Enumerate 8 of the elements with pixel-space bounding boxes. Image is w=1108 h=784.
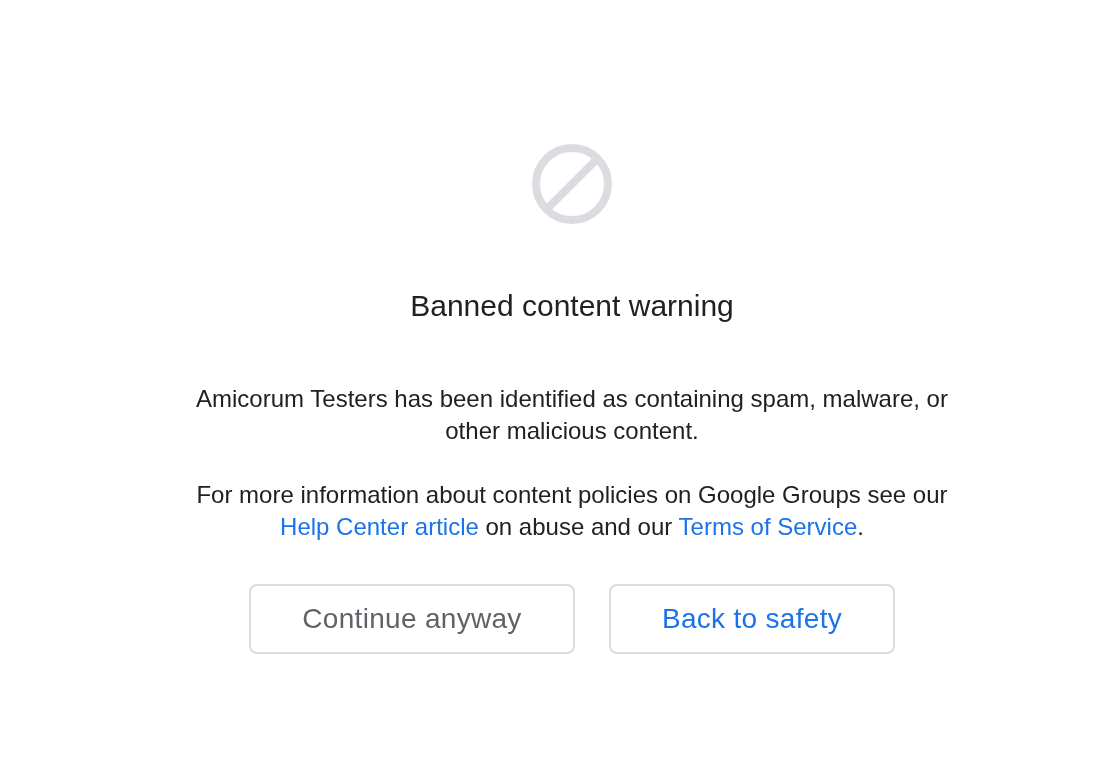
continue-button[interactable]: Continue anyway — [249, 584, 575, 654]
text-link[interactable]: Terms of Service — [678, 513, 858, 540]
prohibited-icon — [532, 144, 612, 224]
policy-info-text: For more information about content policies on Google Groups see our Help Center article on abuse and our Terms of Service. — [195, 480, 949, 542]
back-button[interactable]: Back to safety — [609, 584, 895, 654]
warning-title: Banned content warning — [410, 288, 734, 324]
warning-message: Amicorum Testers has been identified as containing spam, malware, or other malicious content. — [195, 384, 949, 446]
text-link[interactable]: Help Center article — [280, 513, 479, 540]
